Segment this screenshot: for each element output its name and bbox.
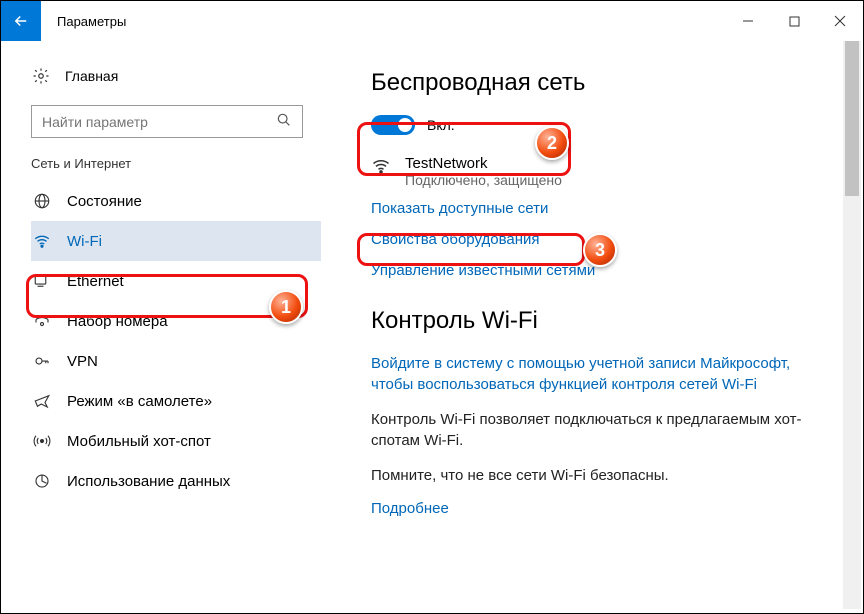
nav-item-datausage[interactable]: Использование данных: [31, 461, 321, 501]
wifi-toggle-row: Вкл.: [371, 115, 833, 135]
nav-item-airplane[interactable]: Режим «в самолете»: [31, 381, 321, 421]
toggle-knob: [398, 118, 412, 132]
nav-item-vpn[interactable]: VPN: [31, 341, 321, 381]
nav-label: Режим «в самолете»: [67, 393, 212, 410]
scrollbar[interactable]: [843, 41, 861, 609]
search-input-container[interactable]: [31, 105, 303, 138]
nav-label: Использование данных: [67, 473, 230, 490]
nav-item-hotspot[interactable]: Мобильный хот-спот: [31, 421, 321, 461]
minimize-button[interactable]: [725, 1, 771, 41]
hotspot-icon: [31, 432, 53, 450]
wifi-toggle[interactable]: [371, 115, 415, 135]
nav-label: Мобильный хот-спот: [67, 433, 211, 450]
ethernet-icon: [31, 272, 53, 290]
link-signin-microsoft[interactable]: Войдите в систему с помощью учетной запи…: [371, 353, 833, 395]
section-wireless-title: Беспроводная сеть: [371, 69, 833, 97]
sidebar: Главная Сеть и Интернет Состояние Wi-Fi …: [1, 41, 321, 613]
link-hardware-properties[interactable]: Свойства оборудования: [371, 231, 833, 248]
maximize-button[interactable]: [771, 1, 817, 41]
scrollbar-thumb[interactable]: [845, 41, 859, 196]
link-show-networks[interactable]: Показать доступные сети: [371, 200, 833, 217]
gear-icon: [31, 67, 51, 85]
back-arrow-icon: [12, 12, 30, 30]
titlebar: Параметры: [1, 1, 863, 41]
home-link[interactable]: Главная: [31, 61, 321, 91]
nav-item-wifi[interactable]: Wi-Fi: [31, 221, 321, 261]
link-known-networks[interactable]: Управление известными сетями: [371, 262, 833, 279]
nav-label: Ethernet: [67, 273, 124, 290]
nav-item-dialup[interactable]: Набор номера: [31, 301, 321, 341]
current-network[interactable]: TestNetwork Подключено, защищено: [371, 155, 833, 188]
nav-label: VPN: [67, 353, 98, 370]
data-usage-icon: [31, 472, 53, 490]
back-button[interactable]: [1, 1, 41, 41]
search-icon: [276, 112, 292, 131]
vpn-icon: [31, 352, 53, 370]
home-label: Главная: [65, 68, 118, 84]
window-title: Параметры: [57, 14, 126, 29]
window-controls: [725, 1, 863, 41]
category-label: Сеть и Интернет: [31, 156, 321, 171]
wifi-toggle-label: Вкл.: [427, 117, 455, 133]
network-name: TestNetwork: [405, 155, 562, 172]
wifi-icon: [31, 232, 53, 250]
nav-label: Состояние: [67, 193, 142, 210]
search-input[interactable]: [42, 114, 276, 130]
close-button[interactable]: [817, 1, 863, 41]
globe-icon: [31, 192, 53, 210]
network-status: Подключено, защищено: [405, 172, 562, 188]
nav-label: Набор номера: [67, 313, 168, 330]
nav-item-status[interactable]: Состояние: [31, 181, 321, 221]
nav-item-ethernet[interactable]: Ethernet: [31, 261, 321, 301]
section-wifi-control-title: Контроль Wi-Fi: [371, 307, 833, 335]
wifi-control-description: Контроль Wi-Fi позволяет подключаться к …: [371, 409, 833, 451]
wifi-network-icon: [371, 155, 391, 188]
wifi-security-note: Помните, что не все сети Wi-Fi безопасны…: [371, 465, 833, 486]
main-content: Беспроводная сеть Вкл. TestNetwork Подкл…: [321, 41, 863, 613]
nav-label: Wi-Fi: [67, 233, 102, 250]
airplane-icon: [31, 392, 53, 410]
dialup-icon: [31, 312, 53, 330]
link-learn-more[interactable]: Подробнее: [371, 500, 833, 517]
